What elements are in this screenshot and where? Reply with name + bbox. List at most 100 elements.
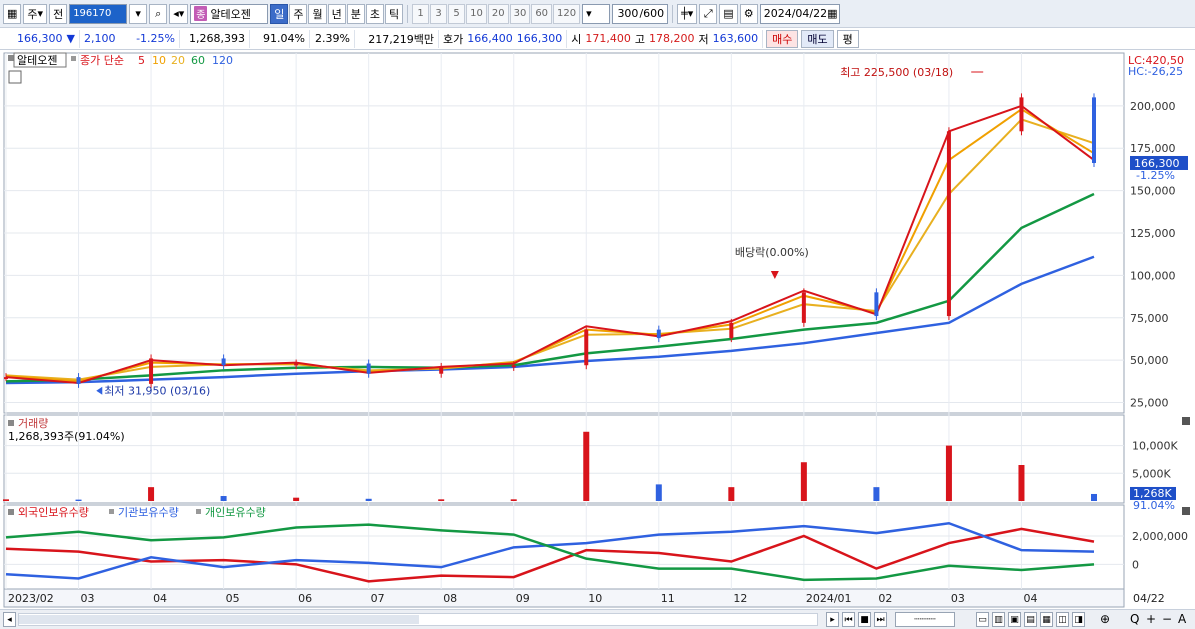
period-tab-1[interactable]: 주 bbox=[289, 3, 308, 24]
interval-button-10[interactable]: 10 bbox=[466, 3, 487, 24]
horizontal-scrollbar[interactable] bbox=[18, 613, 818, 626]
period-tab-2[interactable]: 월 bbox=[308, 3, 327, 24]
x-tick-label: 07 bbox=[371, 592, 385, 605]
candle-body bbox=[149, 358, 154, 384]
turnover-rate: 2.39% bbox=[310, 29, 355, 48]
full-view-icon[interactable]: ▣ bbox=[1008, 612, 1021, 627]
grid-view-icon[interactable]: ▥ bbox=[992, 612, 1005, 627]
gear-icon[interactable]: ⚙ bbox=[739, 3, 758, 24]
dropdown-icon[interactable]: ▾ bbox=[129, 3, 148, 24]
stock-name-tag-label: 알테오젠 bbox=[17, 53, 57, 67]
split-view-icon[interactable]: ▭ bbox=[976, 612, 989, 627]
panel-handle-icon[interactable] bbox=[8, 55, 14, 61]
type-label: 주 bbox=[27, 7, 38, 21]
x-tick-label: 06 bbox=[298, 592, 312, 605]
type-select[interactable]: 주 ▾ bbox=[23, 3, 48, 24]
price-tick-label: 25,000 bbox=[1130, 397, 1169, 410]
interval-button-1[interactable]: 1 bbox=[412, 3, 430, 24]
trade-amount: 217,219백만 bbox=[355, 29, 439, 48]
interval-button-3[interactable]: 3 bbox=[430, 3, 448, 24]
ma20-label: 20 bbox=[171, 54, 185, 67]
ma-legend-handle-icon[interactable] bbox=[71, 56, 76, 61]
price-tick-label: 50,000 bbox=[1130, 354, 1169, 367]
interval-button-60[interactable]: 60 bbox=[531, 3, 553, 24]
candle-body bbox=[801, 292, 806, 323]
period-tab-0[interactable]: 일 bbox=[270, 3, 289, 24]
x-last-date-label: 04/22 bbox=[1133, 592, 1165, 605]
bid-price: 166,300 bbox=[516, 32, 563, 45]
stock-name-box[interactable]: 종 알테오젠 bbox=[190, 3, 269, 24]
period-tab-4[interactable]: 분 bbox=[346, 3, 365, 24]
volume-close-icon[interactable] bbox=[1182, 417, 1190, 425]
volume-bar bbox=[293, 497, 300, 501]
plus-icon[interactable]: + bbox=[1146, 612, 1156, 626]
buy-button[interactable]: 매수 bbox=[766, 29, 799, 48]
x-tick-label: 03 bbox=[951, 592, 965, 605]
speaker-icon[interactable]: ◂▾ bbox=[169, 3, 189, 24]
search-icon[interactable]: ⌕ bbox=[149, 3, 168, 24]
font-size-icon[interactable]: A bbox=[1178, 612, 1186, 626]
last-page-icon[interactable]: ⏭ bbox=[874, 612, 887, 627]
stop-icon[interactable]: ■ bbox=[858, 612, 871, 627]
volume-bar bbox=[510, 499, 517, 501]
period-tab-5[interactable]: 초 bbox=[365, 3, 384, 24]
flow-close-icon[interactable] bbox=[1182, 507, 1190, 515]
hc-label: HC:-26,25 bbox=[1128, 65, 1183, 78]
prev-button[interactable]: 전 bbox=[49, 3, 68, 24]
stock-chart-svg[interactable]: 최고 225,500 (03/18) 최저 31,950 (03/16) 배당락(0… bbox=[0, 51, 1195, 609]
detail-view-icon[interactable]: ◨ bbox=[1072, 612, 1085, 627]
price-tick-label: 200,000 bbox=[1130, 100, 1176, 113]
legend-dot-icon bbox=[109, 509, 114, 514]
candle-body bbox=[729, 322, 734, 339]
window-view-icon[interactable]: ▦ bbox=[1040, 612, 1053, 627]
drawing-tools-icon[interactable]: ⤢ bbox=[699, 3, 718, 24]
volume-bar bbox=[583, 431, 590, 501]
change-value: 2,100 bbox=[84, 32, 116, 45]
interval-button-20[interactable]: 20 bbox=[487, 3, 509, 24]
count-input[interactable]: 300/600 bbox=[612, 3, 669, 24]
ma60-label: 60 bbox=[191, 54, 205, 67]
interval-button-5[interactable]: 5 bbox=[448, 3, 466, 24]
table-toggle-icon[interactable] bbox=[8, 70, 22, 84]
divider bbox=[407, 4, 409, 23]
low-price: 163,600 bbox=[712, 32, 759, 45]
change-pct: -1.25% bbox=[136, 32, 175, 45]
down-triangle-icon: ▼ bbox=[66, 32, 75, 45]
stock-code-input[interactable]: 196170 bbox=[69, 3, 128, 24]
zoom-slider[interactable]: ┄┄┄┄ bbox=[895, 612, 955, 627]
price-value: 166,300 bbox=[17, 32, 63, 45]
zoom-in-icon[interactable]: ⊕ bbox=[1100, 612, 1110, 626]
scroll-right-icon[interactable]: ▸ bbox=[826, 612, 839, 627]
interval-button-30[interactable]: 30 bbox=[509, 3, 531, 24]
compare-view-icon[interactable]: ◫ bbox=[1056, 612, 1069, 627]
print-icon[interactable]: ▤ bbox=[719, 3, 738, 24]
scroll-left-icon[interactable]: ◂ bbox=[3, 612, 16, 627]
scroll-thumb[interactable] bbox=[19, 615, 419, 624]
candle-body bbox=[946, 131, 951, 317]
volume-bar bbox=[873, 487, 880, 501]
eval-button[interactable]: 평 bbox=[836, 29, 859, 48]
candle-type-icon[interactable]: ╪▾ bbox=[677, 3, 698, 24]
divider bbox=[672, 4, 674, 23]
minus-icon[interactable]: − bbox=[1162, 612, 1172, 626]
period-tab-3[interactable]: 년 bbox=[327, 3, 346, 24]
flow-handle-icon[interactable] bbox=[8, 509, 14, 515]
interval-select[interactable]: ▾ bbox=[582, 3, 611, 24]
layout-icon[interactable]: ▦ bbox=[3, 3, 22, 24]
volume-tick-label: 5,000K bbox=[1132, 467, 1171, 480]
flow-tick-label: 0 bbox=[1132, 558, 1139, 571]
sell-button[interactable]: 매도 bbox=[801, 29, 834, 48]
first-page-icon[interactable]: ⏮ bbox=[842, 612, 855, 627]
hoga-label: 호가 bbox=[443, 32, 464, 46]
expand-view-icon[interactable]: ▤ bbox=[1024, 612, 1037, 627]
chart-area[interactable]: 최고 225,500 (03/18) 최저 31,950 (03/16) 배당락(0… bbox=[0, 51, 1195, 609]
candle-body bbox=[1019, 97, 1024, 132]
period-tab-6[interactable]: 틱 bbox=[384, 3, 404, 24]
zoom-out-icon[interactable]: Q bbox=[1130, 612, 1139, 626]
date-input[interactable]: 2024/04/22 ▦ bbox=[759, 3, 840, 24]
volume-handle-icon[interactable] bbox=[8, 420, 14, 426]
x-tick-label: 12 bbox=[733, 592, 747, 605]
stock-name: 알테오젠 bbox=[210, 7, 251, 21]
interval-button-120[interactable]: 120 bbox=[553, 3, 581, 24]
calendar-icon[interactable]: ▦ bbox=[827, 7, 837, 20]
